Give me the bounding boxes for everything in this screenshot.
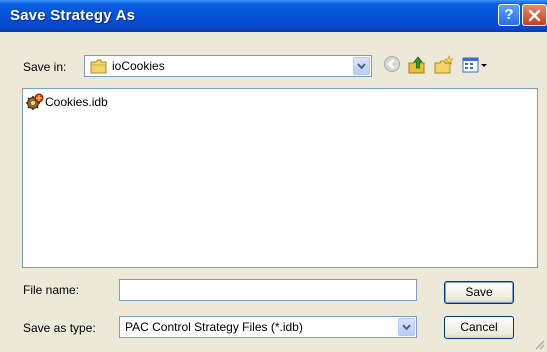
close-button[interactable] (522, 4, 547, 26)
up-folder-icon (408, 56, 425, 74)
save-button[interactable]: Save (444, 281, 514, 304)
save-in-dropdown-button[interactable] (353, 57, 370, 75)
cancel-button[interactable]: Cancel (444, 316, 514, 339)
back-button[interactable] (383, 55, 403, 75)
back-icon (384, 56, 400, 72)
save-as-type-label: Save as type: (23, 321, 96, 335)
folder-icon (90, 59, 107, 74)
save-as-type-combo[interactable]: PAC Control Strategy Files (*.idb) (119, 316, 417, 338)
new-folder-button[interactable] (433, 55, 457, 75)
save-as-type-dropdown-button[interactable] (398, 318, 415, 336)
resize-grip-icon[interactable] (533, 338, 545, 350)
close-icon (528, 9, 541, 22)
help-button[interactable]: ? (498, 4, 520, 26)
new-folder-icon (434, 55, 454, 74)
save-in-combo[interactable]: ioCookies (84, 55, 372, 77)
save-in-label: Save in: (23, 60, 67, 74)
file-name-input[interactable] (119, 279, 417, 301)
save-in-value: ioCookies (112, 59, 165, 73)
view-menu-icon (462, 57, 487, 73)
file-name-label: File name: (23, 283, 80, 297)
save-as-type-value: PAC Control Strategy Files (*.idb) (125, 320, 303, 334)
up-folder-button[interactable] (407, 55, 429, 75)
view-menu-button[interactable] (461, 55, 489, 75)
chevron-down-icon (402, 324, 411, 330)
title-bar[interactable]: Save Strategy As ? (0, 0, 547, 32)
file-list[interactable]: Cookies.idb (22, 88, 538, 268)
file-name-label: Cookies.idb (45, 95, 108, 109)
strategy-file-icon (26, 93, 44, 110)
chevron-down-icon (357, 63, 366, 69)
window-title: Save Strategy As (10, 7, 136, 24)
